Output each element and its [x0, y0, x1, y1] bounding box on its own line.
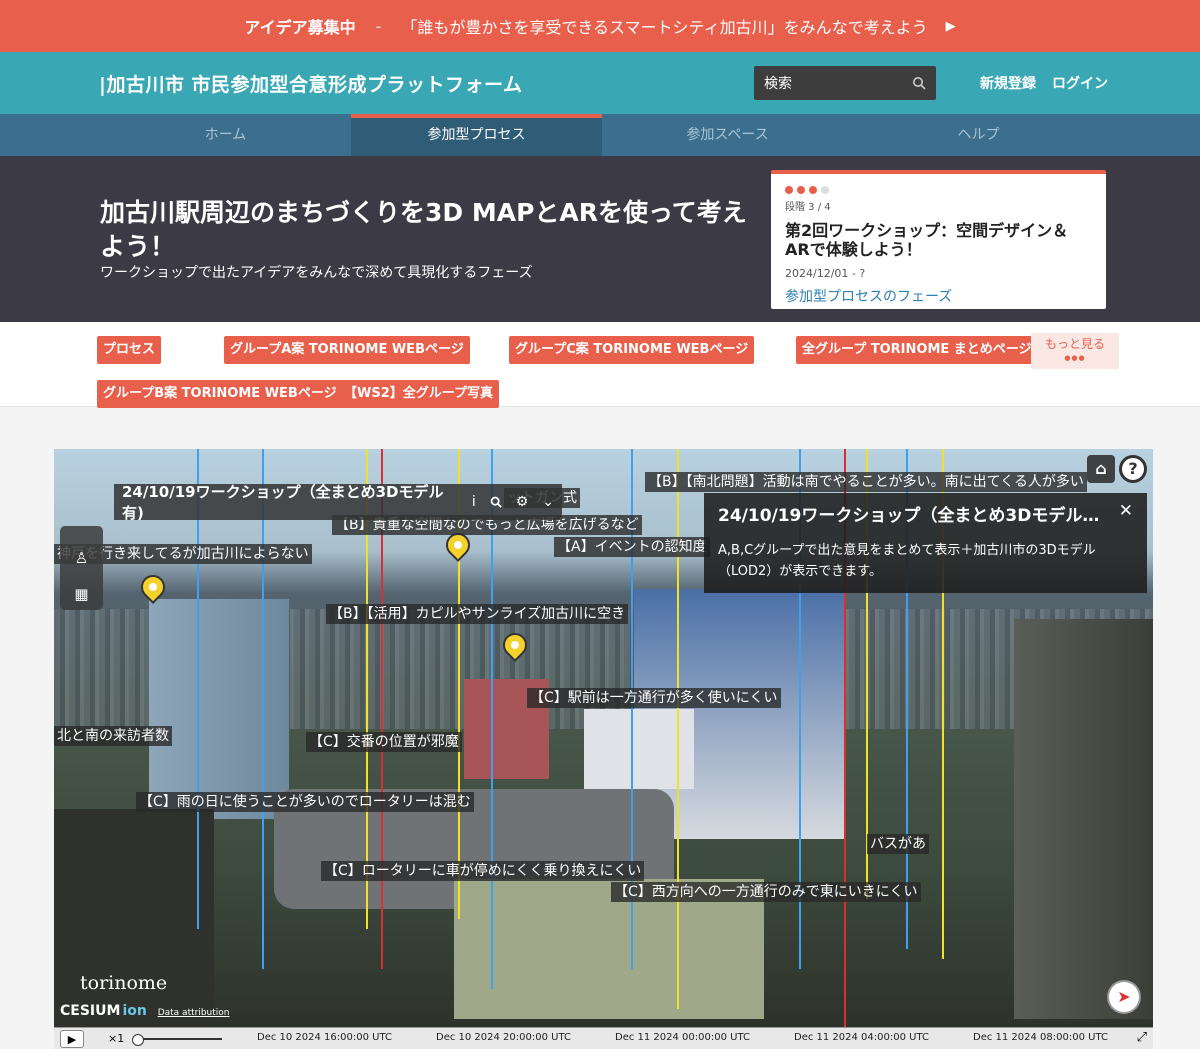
home-icon[interactable]: ⌂ [1087, 455, 1115, 483]
search-placeholder: 検索 [764, 76, 792, 92]
nav-participation-space[interactable]: 参加スペース [602, 114, 853, 156]
layer-title-bar[interactable]: 24/10/19ワークショップ（全まとめ3Dモデル有) i ⚙ ⌄ [114, 483, 562, 522]
process-title: 加古川駅周辺のまちづくりを3D MAPとARを使って考えよう！ [100, 198, 747, 261]
info-icon[interactable]: i [472, 494, 476, 510]
popup-body: A,B,Cグループで出た意見をまとめて表示＋加古川市の3Dモデル（LOD2）が表… [718, 543, 1096, 579]
play-arrow-icon[interactable]: ▶ [946, 19, 956, 34]
chevron-down-icon[interactable]: ⌄ [542, 494, 554, 510]
register-link[interactable]: 新規登録 [980, 73, 1036, 93]
more-dots-icon: ●●● [1064, 354, 1086, 362]
marker-line [262, 449, 264, 969]
tag-ws2-photos[interactable]: 【WS2】全グループ写真 [338, 380, 499, 408]
opinion-label[interactable]: 【B】【活用】カピルやサンライズ加古川に空き [326, 604, 629, 624]
fullscreen-icon[interactable]: ⤢ [1137, 1030, 1147, 1045]
playback-speed: ×1 [108, 1032, 125, 1045]
torinome-logo: torinome [80, 972, 168, 994]
tag-process[interactable]: プロセス [97, 336, 162, 364]
timeline-bar[interactable]: ▶ ×1 Dec 10 2024 16:00:00 UTC Dec 10 202… [54, 1027, 1153, 1049]
phase-title: 第2回ワークショップ：空間デザイン＆ARで体験しよう！ [785, 221, 1069, 259]
opinion-label[interactable]: 【C】交番の位置が邪魔 [306, 732, 462, 752]
opinion-label[interactable]: 【A】イベントの認知度 [554, 537, 710, 557]
process-subtitle: ワークショップで出たアイデアをみんなで深めて具現化するフェーズ [100, 265, 533, 281]
cesium-logo: CESIUM ion Data attribution [60, 1003, 229, 1019]
phase-dot [809, 186, 817, 194]
person-icon[interactable]: ♙ [60, 540, 103, 576]
opinion-label[interactable]: 【C】駅前は一方通行が多く使いにくい [527, 688, 781, 708]
search-icon[interactable] [490, 496, 502, 508]
more-label: もっと見る [1044, 337, 1105, 351]
tag-group-c-page[interactable]: グループC案 TORINOME WEBページ [509, 336, 755, 364]
tag-group-a-page[interactable]: グループA案 TORINOME WEBページ [224, 336, 470, 364]
compass-icon[interactable]: ➤ [1107, 980, 1141, 1014]
layer-info-popup: 24/10/19ワークショップ（全まとめ3Dモデル… ✕ A,B,Cグループで出… [704, 493, 1147, 593]
data-attribution-link[interactable]: Data attribution [158, 1008, 230, 1018]
site-header: |加古川市 市民参加型合意形成プラットフォーム 検索 新規登録 ログイン [0, 52, 1200, 114]
timeline-tick: Dec 11 2024 08:00:00 UTC [973, 1032, 1108, 1043]
cesium-logo-text: CESIUM [60, 1003, 121, 1019]
building-left-tower [149, 599, 289, 819]
popup-title: 24/10/19ワークショップ（全まとめ3Dモデル… [718, 506, 1100, 526]
phase-stage: 段階 3 / 4 [785, 202, 831, 213]
map-icon[interactable]: ▦ [60, 576, 103, 612]
close-icon[interactable]: ✕ [1119, 501, 1133, 526]
opinion-label[interactable]: 【C】ロータリーに車が停めにくく乗り換えにくい [321, 861, 645, 881]
nav-help[interactable]: ヘルプ [853, 114, 1104, 156]
phase-dot [821, 186, 829, 194]
help-icon[interactable]: ? [1119, 455, 1147, 483]
announcement-text[interactable]: 「誰もが豊かさを享受できるスマートシティ加古川」をみんなで考えよう [401, 14, 927, 38]
opinion-label[interactable]: 【C】西方向への一方通行のみで東にいきにくい [611, 882, 921, 902]
timeline-tick: Dec 10 2024 20:00:00 UTC [436, 1032, 571, 1043]
phase-progress-dots [785, 186, 1092, 194]
opinion-label[interactable]: 北と南の来訪者数 [54, 726, 172, 746]
speed-slider[interactable] [132, 1034, 222, 1046]
map-side-controls: ♙ ▦ [60, 526, 103, 610]
phase-dot [797, 186, 805, 194]
process-hero: 加古川駅周辺のまちづくりを3D MAPとARを使って考えよう！ ワークショップで… [0, 156, 1200, 322]
timeline-tick: Dec 11 2024 04:00:00 UTC [794, 1032, 929, 1043]
building-right-dark [1014, 619, 1153, 1019]
search-icon[interactable] [912, 76, 926, 90]
site-brand[interactable]: |加古川市 市民参加型合意形成プラットフォーム [99, 70, 754, 97]
search-input[interactable]: 検索 [754, 66, 936, 100]
timeline-tick: Dec 11 2024 00:00:00 UTC [615, 1032, 750, 1043]
phase-date: 2024/12/01 - ? [785, 267, 866, 280]
nav-home[interactable]: ホーム [100, 114, 351, 156]
nav-participatory-process[interactable]: 参加型プロセス [351, 114, 602, 156]
building-foreground-left [54, 809, 214, 1029]
gear-icon[interactable]: ⚙ [516, 494, 529, 510]
announcement-label: アイデア募集中 [244, 18, 356, 37]
marker-line [677, 449, 679, 1009]
opinion-label[interactable]: 【C】雨の日に使うことが多いのでロータリーは混む [136, 792, 474, 812]
tag-all-groups-page[interactable]: 全グループ TORINOME まとめページ [796, 336, 1038, 364]
more-button[interactable]: もっと見る ●●● [1031, 333, 1119, 369]
opinion-label[interactable]: バスがあ [867, 834, 929, 854]
announcement-separator: - [375, 16, 382, 36]
opinion-label[interactable]: 【B】【南北問題】活動は南でやることが多い。南に出てくる人が多い [645, 472, 1087, 492]
announcement-bar[interactable]: アイデア募集中 - 「誰もが豊かさを享受できるスマートシティ加古川」をみんなで考… [0, 0, 1200, 52]
cesium-ion-text: ion [122, 1003, 147, 1019]
phase-dot [785, 186, 793, 194]
tag-group-b-page[interactable]: グループB案 TORINOME WEBページ [97, 380, 343, 408]
process-tag-bar: プロセス グループA案 TORINOME WEBページ グループC案 TORIN… [0, 322, 1200, 408]
3d-map-viewer[interactable]: 【B】【南北問題】活動は南でやることが多い。南に出てくる人が多い ットガン式 【… [54, 449, 1153, 1049]
layer-title: 24/10/19ワークショップ（全まとめ3Dモデル有) [122, 483, 444, 522]
play-icon[interactable]: ▶ [60, 1030, 84, 1048]
timeline-tick: Dec 10 2024 16:00:00 UTC [257, 1032, 392, 1043]
phase-card: 段階 3 / 4 第2回ワークショップ：空間デザイン＆ARで体験しよう！ 202… [771, 170, 1106, 309]
login-link[interactable]: ログイン [1052, 73, 1108, 93]
phase-link[interactable]: 参加型プロセスのフェーズ [785, 286, 1092, 306]
main-nav: ホーム 参加型プロセス 参加スペース ヘルプ [0, 114, 1200, 156]
